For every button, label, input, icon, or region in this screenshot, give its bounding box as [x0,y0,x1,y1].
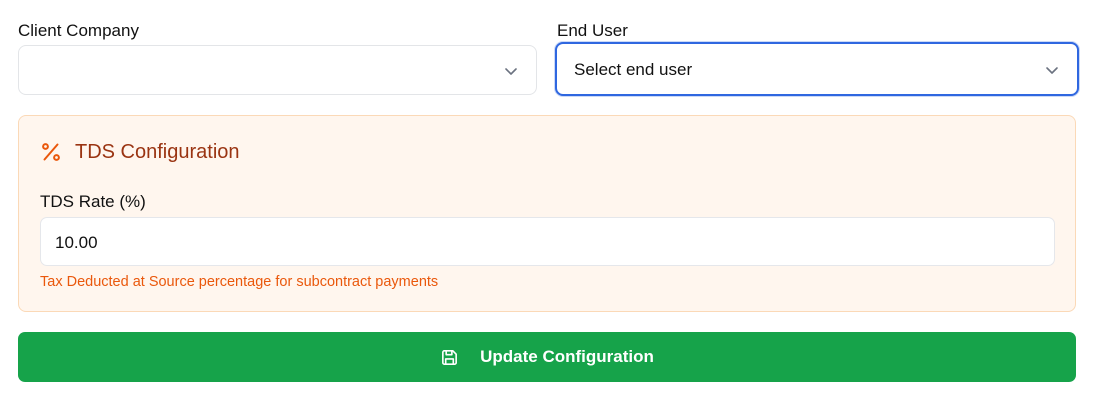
update-configuration-button[interactable]: Update Configuration [18,332,1076,382]
client-company-label: Client Company [18,21,139,40]
tds-rate-label: TDS Rate (%) [40,192,146,211]
chevron-down-icon [1046,67,1058,74]
client-company-select[interactable] [18,45,537,95]
tds-rate-input[interactable]: 10.00 [40,217,1055,266]
percent-icon [42,143,60,161]
tds-configuration-form: Client Company End User Select end user … [0,0,1101,408]
end-user-label: End User [557,21,628,40]
tds-title: TDS Configuration [75,141,240,163]
chevron-down-icon [505,68,517,75]
tds-rate-value: 10.00 [55,233,98,252]
end-user-select[interactable]: Select end user [555,42,1079,96]
end-user-field: End User Select end user [555,21,1079,99]
client-company-field: Client Company [18,21,537,95]
tds-help-text: Tax Deducted at Source percentage for su… [40,274,439,290]
save-icon [442,349,458,365]
tds-header: TDS Configuration [40,140,240,164]
tds-configuration-panel: TDS Configuration TDS Rate (%) 10.00 Tax… [18,115,1076,312]
end-user-placeholder: Select end user [574,60,693,79]
update-configuration-label: Update Configuration [480,347,654,366]
